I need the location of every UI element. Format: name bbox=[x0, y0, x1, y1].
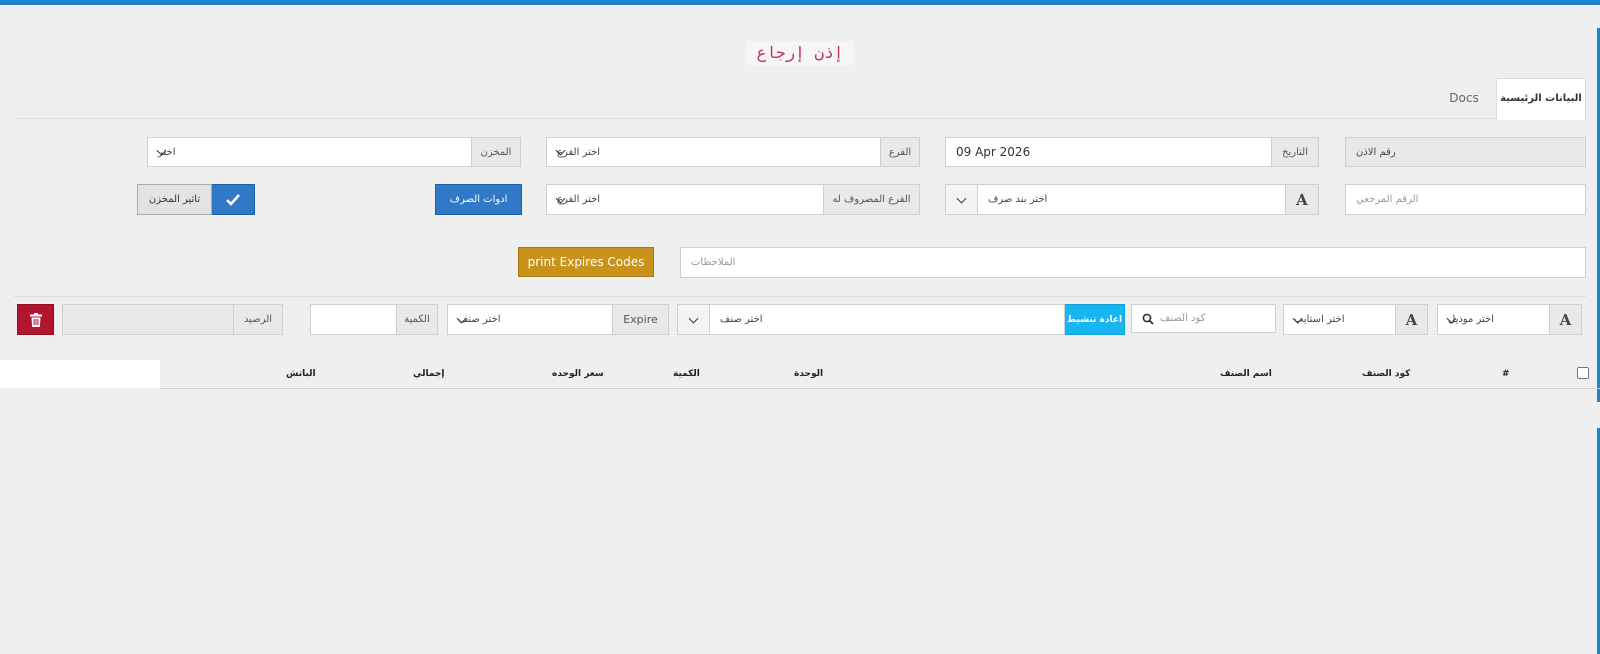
doc-number-label: رقم الاذن bbox=[1356, 146, 1396, 158]
item-code-group: كود الصنف bbox=[1131, 304, 1276, 333]
expense-item-group: A اختر بند صرف bbox=[945, 184, 1319, 215]
delete-button[interactable] bbox=[17, 304, 54, 335]
date-label: التاريخ bbox=[1271, 137, 1319, 167]
expire-label: Expire bbox=[612, 304, 669, 335]
reference-group: الرقم المرجعي bbox=[1345, 184, 1586, 215]
model-group: A اختر موديل bbox=[1437, 304, 1582, 335]
search-icon bbox=[1142, 313, 1154, 325]
expire-group: Expire اختر صنف bbox=[447, 304, 669, 335]
expense-item-select[interactable]: اختر بند صرف bbox=[977, 184, 1286, 215]
item-select[interactable]: اختر صنف bbox=[709, 304, 1065, 335]
style-group: A اختر استايب bbox=[1283, 304, 1428, 335]
warehouse-effect-label[interactable]: تاثير المخزن bbox=[137, 184, 212, 215]
column-header-total: إجمالي bbox=[413, 369, 445, 379]
balance-label: الرصيد bbox=[233, 304, 283, 335]
warehouse-group: المخزن اختر bbox=[147, 137, 521, 167]
branch-group: الفرع اختر الفرع bbox=[546, 137, 920, 167]
chevron-down-icon bbox=[956, 193, 967, 204]
reference-input[interactable]: الرقم المرجعي bbox=[1345, 184, 1586, 215]
table-header-blank bbox=[0, 360, 160, 388]
expense-tools-button[interactable]: ادوات الصرف bbox=[435, 184, 522, 215]
tab-docs[interactable]: Docs bbox=[1440, 78, 1488, 118]
tab-main-data[interactable]: البيانات الرئيسية bbox=[1496, 78, 1586, 120]
style-icon-addon: A bbox=[1395, 304, 1428, 335]
notes-group: الملاحظات bbox=[680, 247, 1586, 278]
column-header-unit: الوحدة bbox=[794, 369, 824, 379]
font-a-icon: A bbox=[1559, 310, 1572, 329]
print-expires-codes-button[interactable]: print Expires Codes bbox=[518, 247, 654, 277]
style-select[interactable]: اختر استايب bbox=[1283, 304, 1396, 335]
reactivate-button[interactable]: اعادة تنشيط bbox=[1064, 304, 1125, 335]
branch-label: الفرع bbox=[880, 137, 920, 167]
section-divider bbox=[14, 296, 1586, 297]
quantity-group: الكمية bbox=[310, 304, 438, 335]
notes-input[interactable]: الملاحظات bbox=[680, 247, 1586, 278]
column-header-item-code: كود الصنف bbox=[1362, 369, 1411, 379]
target-branch-label: الفرع المصروف له bbox=[823, 184, 920, 215]
quantity-label: الكمية bbox=[396, 304, 438, 335]
doc-number-field[interactable]: رقم الاذن bbox=[1345, 137, 1586, 167]
warehouse-label: المخزن bbox=[471, 137, 521, 167]
doc-number-group: رقم الاذن bbox=[1345, 137, 1586, 167]
date-group: التاريخ 09 Apr 2026 bbox=[945, 137, 1319, 167]
chevron-down-icon bbox=[688, 313, 699, 324]
item-group: اعادة تنشيط اختر صنف bbox=[677, 304, 1125, 335]
column-header-quantity: الكمية bbox=[673, 369, 700, 379]
tab-bar: البيانات الرئيسية Docs bbox=[14, 78, 1586, 120]
check-icon bbox=[226, 193, 240, 206]
items-table-header: # كود الصنف اسم الصنف الوحدة الكمية سعر … bbox=[160, 360, 1600, 389]
column-header-index: # bbox=[1502, 369, 1510, 379]
column-header-item-name: اسم الصنف bbox=[1220, 369, 1272, 379]
font-a-icon: A bbox=[1405, 310, 1418, 329]
page-title: إذن إرجاع bbox=[746, 41, 854, 65]
expense-item-dropdown-toggle[interactable] bbox=[945, 184, 978, 215]
target-branch-select[interactable]: اختر الفرع bbox=[546, 184, 824, 215]
top-accent-bar bbox=[0, 0, 1600, 5]
font-a-icon: A bbox=[1296, 190, 1308, 209]
model-icon-addon: A bbox=[1549, 304, 1582, 335]
item-code-input[interactable]: كود الصنف bbox=[1131, 304, 1276, 333]
expire-select[interactable]: اختر صنف bbox=[447, 304, 613, 335]
trash-icon bbox=[29, 312, 42, 327]
select-all-checkbox[interactable] bbox=[1577, 367, 1589, 379]
quantity-input[interactable] bbox=[310, 304, 397, 335]
branch-select[interactable]: اختر الفرع bbox=[546, 137, 881, 167]
balance-group: الرصيد bbox=[62, 304, 283, 335]
target-branch-group: الفرع المصروف له اختر الفرع bbox=[546, 184, 920, 215]
balance-input bbox=[62, 304, 234, 335]
expense-item-icon-addon: A bbox=[1285, 184, 1319, 215]
date-input[interactable]: 09 Apr 2026 bbox=[945, 137, 1272, 167]
column-header-unit-price: سعر الوحده bbox=[552, 369, 604, 379]
warehouse-select[interactable]: اختر bbox=[147, 137, 472, 167]
model-select[interactable]: اختر موديل bbox=[1437, 304, 1550, 335]
column-header-batch: الباتش bbox=[286, 369, 316, 379]
warehouse-effect-group: تاثير المخزن bbox=[137, 184, 255, 215]
item-dropdown-toggle[interactable] bbox=[677, 304, 710, 335]
warehouse-effect-toggle[interactable] bbox=[211, 184, 255, 215]
